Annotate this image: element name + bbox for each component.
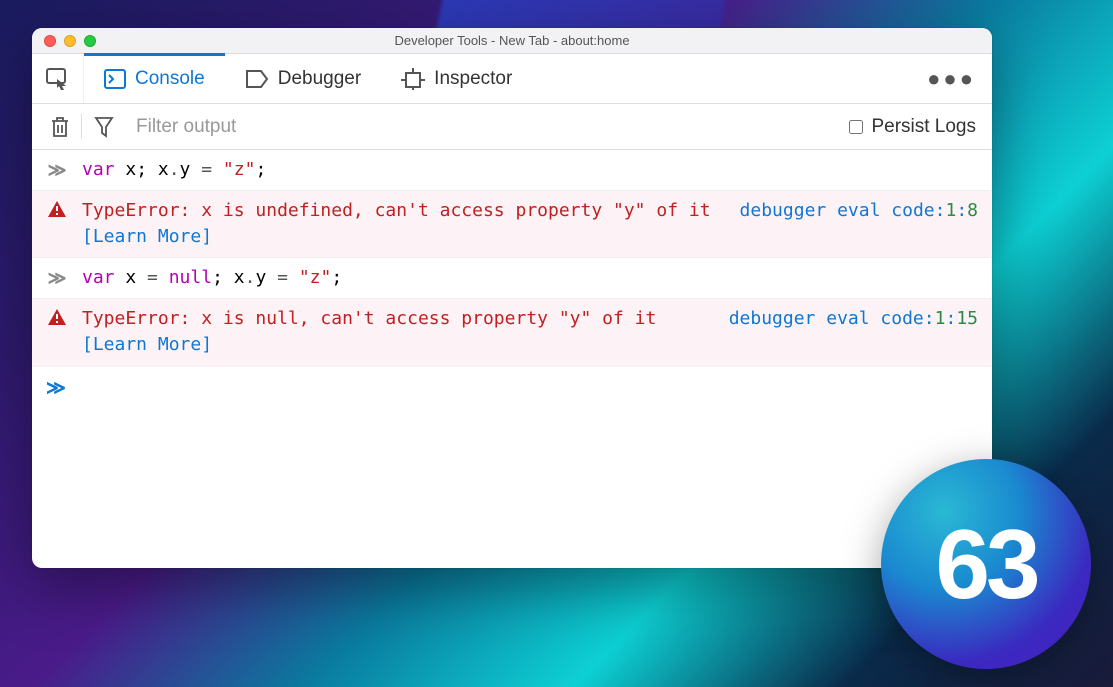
close-icon[interactable] — [44, 35, 56, 47]
filter-toggle-button[interactable] — [82, 104, 126, 149]
learn-more-link[interactable]: [Learn More] — [82, 334, 212, 355]
tab-inspector[interactable]: Inspector — [381, 54, 532, 103]
devtools-window: Developer Tools - New Tab - about:home C… — [32, 28, 992, 568]
tab-console[interactable]: Console — [84, 54, 225, 103]
prompt-chevron-icon: ≫ — [46, 377, 66, 399]
maximize-icon[interactable] — [84, 35, 96, 47]
persist-logs-toggle[interactable]: Persist Logs — [849, 116, 982, 138]
tab-console-label: Console — [135, 68, 205, 90]
error-location[interactable]: debugger eval code:1:15 — [709, 306, 978, 332]
console-output: ≫ var x; x.y = "z"; debugger eval code:1… — [32, 150, 992, 568]
code-line[interactable]: var x; x.y = "z"; — [82, 157, 978, 183]
console-error-row: debugger eval code:1:8 TypeError: x is u… — [32, 191, 992, 258]
console-icon — [104, 69, 126, 89]
titlebar: Developer Tools - New Tab - about:home — [32, 28, 992, 54]
tab-debugger-label: Debugger — [278, 68, 361, 90]
code-line[interactable]: var x = null; x.y = "z"; — [82, 265, 978, 291]
inspector-icon — [401, 68, 425, 90]
tab-debugger[interactable]: Debugger — [225, 54, 381, 103]
error-location[interactable]: debugger eval code:1:8 — [720, 198, 978, 224]
trash-icon — [50, 116, 70, 138]
version-badge: 63 — [881, 459, 1091, 669]
window-title: Developer Tools - New Tab - about:home — [32, 33, 992, 48]
tab-inspector-label: Inspector — [434, 68, 512, 90]
version-number: 63 — [935, 508, 1036, 621]
console-input-row: ≫ var x; x.y = "z"; — [32, 150, 992, 191]
error-message: TypeError: x is null, can't access prope… — [82, 308, 656, 329]
console-prompt[interactable]: ≫ — [32, 367, 992, 409]
persist-logs-checkbox[interactable] — [849, 120, 863, 134]
warning-icon — [48, 201, 66, 217]
learn-more-link[interactable]: [Learn More] — [82, 226, 212, 247]
minimize-icon[interactable] — [64, 35, 76, 47]
filter-input[interactable] — [126, 116, 849, 138]
pick-element-button[interactable] — [32, 54, 84, 103]
more-menu-button[interactable]: ●●● — [927, 54, 976, 103]
warning-icon — [48, 309, 66, 325]
funnel-icon — [94, 116, 114, 138]
input-chevron-icon: ≫ — [48, 160, 67, 183]
toolbar: Console Debugger Inspector ●●● — [32, 54, 992, 104]
clear-console-button[interactable] — [38, 104, 82, 149]
console-error-row: debugger eval code:1:15 TypeError: x is … — [32, 299, 992, 366]
debugger-icon — [245, 69, 269, 89]
input-chevron-icon: ≫ — [48, 268, 67, 291]
error-message: TypeError: x is undefined, can't access … — [82, 200, 711, 221]
console-input-row: ≫ var x = null; x.y = "z"; — [32, 258, 992, 299]
window-controls — [32, 35, 96, 47]
filter-bar: Persist Logs — [32, 104, 992, 150]
persist-logs-label: Persist Logs — [871, 116, 976, 138]
